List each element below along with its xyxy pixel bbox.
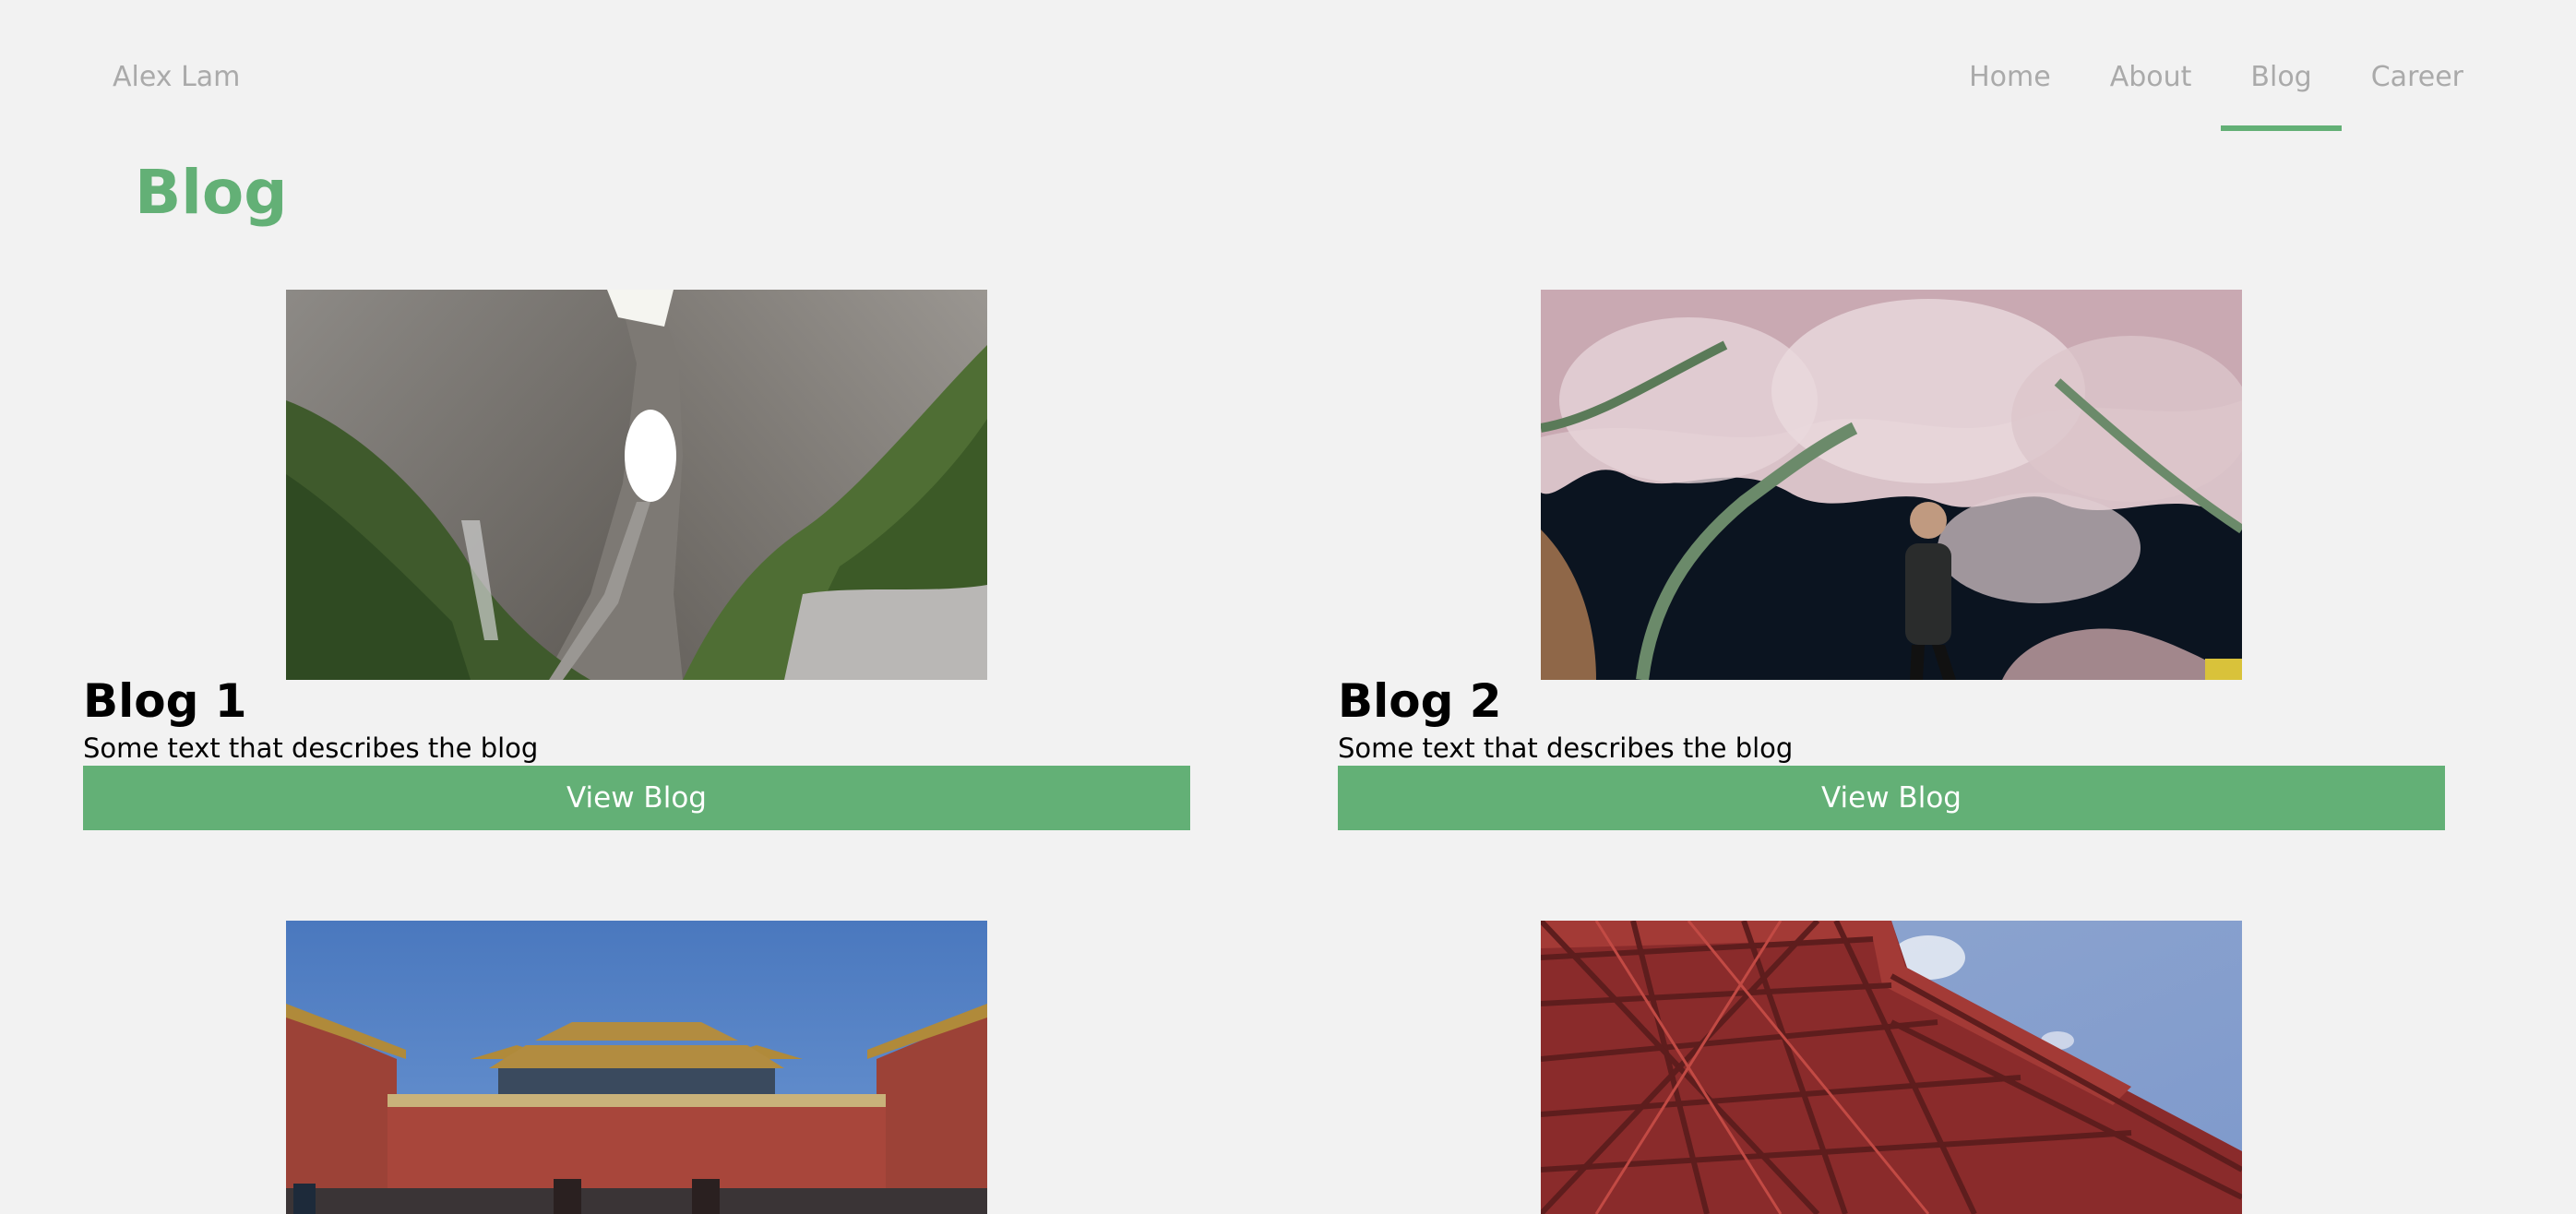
view-blog-button[interactable]: View Blog	[83, 766, 1190, 830]
mountain-arch-photo	[286, 290, 987, 680]
view-blog-button[interactable]: View Blog	[1338, 766, 2445, 830]
blog-grid: Blog 1 Some text that describes the blog…	[0, 0, 2576, 1214]
cherry-blossom-night-photo	[1541, 290, 2242, 680]
palace-gate-photo	[286, 921, 987, 1214]
blog-card-4	[1338, 921, 2445, 1214]
blog-card-3	[83, 921, 1190, 1214]
blog-title: Blog 2	[1338, 674, 1502, 728]
blog-title: Blog 1	[83, 674, 247, 728]
red-tower-photo	[1541, 921, 2242, 1214]
blog-description: Some text that describes the blog	[1338, 732, 1794, 764]
blog-description: Some text that describes the blog	[83, 732, 539, 764]
